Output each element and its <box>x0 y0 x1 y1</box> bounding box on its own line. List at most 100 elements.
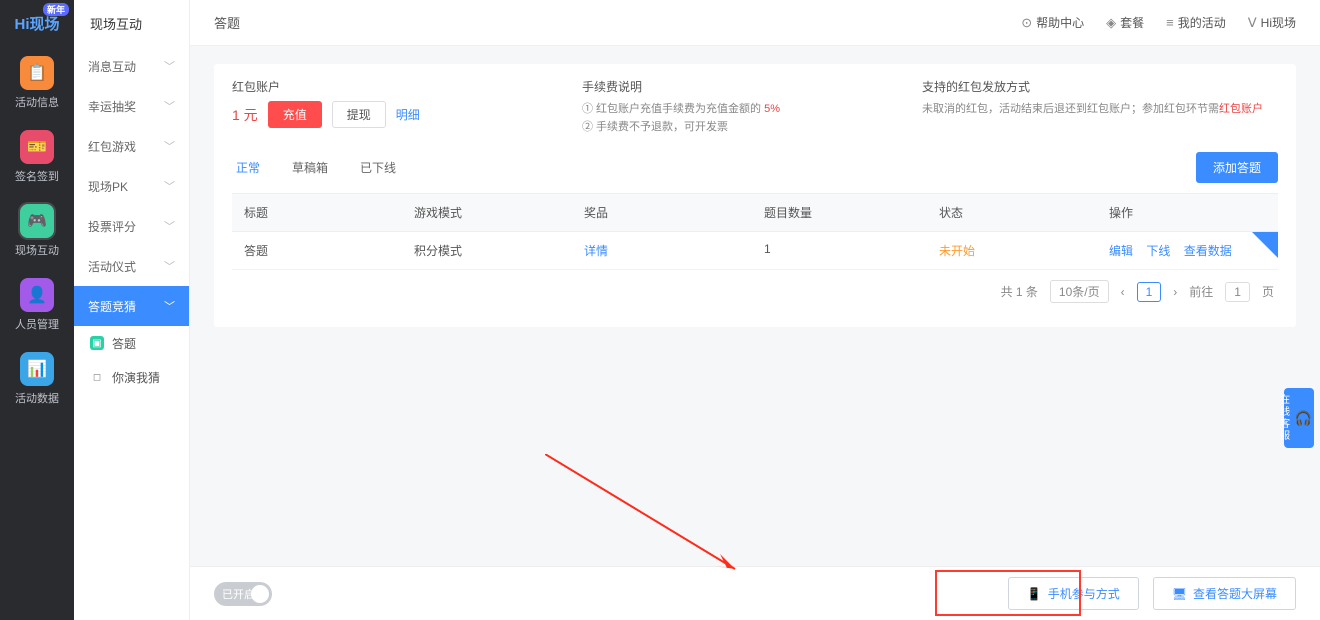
summary-support: 支持的红包发放方式 未取消的红包，活动结束后退还到红包账户；参加红包环节需红包账… <box>922 78 1278 136</box>
header-bar: 答题 ⊙帮助中心 ◈套餐 ≡我的活动 ᐯHi现场 <box>190 0 1320 46</box>
col-count: 题目数量 <box>764 204 939 221</box>
header-link-help[interactable]: ⊙帮助中心 <box>1021 14 1084 31</box>
detail-link[interactable]: 明细 <box>396 106 420 123</box>
recharge-button[interactable]: 充值 <box>268 101 322 128</box>
cell-ops: 编辑 下线 查看数据 <box>1109 242 1266 259</box>
account-amount: 1 元 <box>232 105 258 125</box>
cell-title: 答题 <box>244 242 414 259</box>
sidebar: 现场互动 消息互动﹀ 幸运抽奖﹀ 红包游戏﹀ 现场PK﹀ 投票评分﹀ 活动仪式﹀… <box>74 0 190 620</box>
cell-count: 1 <box>764 242 939 259</box>
main-content: 红包账户 1 元 充值 提现 明细 手续费说明 ① 红包账户充值手续费为充值金额… <box>190 46 1320 620</box>
chevron-down-icon: ﹀ <box>164 258 175 274</box>
sidebar-group-lottery[interactable]: 幸运抽奖﹀ <box>74 86 189 126</box>
col-prize: 奖品 <box>584 204 764 221</box>
rail-item-signin[interactable]: 🎫 签名签到 <box>0 120 74 194</box>
square-icon: ▣ <box>90 336 104 350</box>
floating-help[interactable]: 🎧 在线客服 <box>1284 388 1314 448</box>
add-quiz-button[interactable]: 添加答题 <box>1196 152 1278 183</box>
pager-next[interactable]: › <box>1173 285 1177 299</box>
pager-goto-input[interactable]: 1 <box>1225 282 1250 302</box>
user-icon: 👤 <box>20 278 54 312</box>
pager-goto-label: 前往 <box>1189 283 1213 300</box>
sidebar-sub-quiz[interactable]: ▣答题 <box>74 326 189 360</box>
chart-icon: 📊 <box>20 352 54 386</box>
summary-row: 红包账户 1 元 充值 提现 明细 手续费说明 ① 红包账户充值手续费为充值金额… <box>232 78 1278 136</box>
breadcrumb: 答题 <box>214 13 240 32</box>
chevron-down-icon: ﹀ <box>164 138 175 154</box>
enable-switch-wrap: 已开启 <box>214 582 272 606</box>
brand-logo: Hi现场 新年 <box>0 0 74 46</box>
left-rail: Hi现场 新年 📋 活动信息 🎫 签名签到 🎮 现场互动 👤 人员管理 📊 活动… <box>0 0 74 620</box>
headset-icon: 🎧 <box>1295 410 1314 427</box>
phone-icon: 📱 <box>1027 587 1042 601</box>
op-offline[interactable]: 下线 <box>1146 244 1170 258</box>
tabs: 正常 草稿箱 已下线 <box>232 153 400 182</box>
rail-label: 现场互动 <box>15 242 59 258</box>
fee-desc: ① 红包账户充值手续费为充值金额的 5% ② 手续费不予退款，可开发票 <box>582 101 882 136</box>
rail-label: 活动信息 <box>15 94 59 110</box>
header-link-activities[interactable]: ≡我的活动 <box>1166 14 1226 31</box>
sidebar-sub-charades[interactable]: ◻你演我猜 <box>74 360 189 394</box>
user-icon: ᐯ <box>1248 15 1257 31</box>
cell-prize-link[interactable]: 详情 <box>584 244 608 258</box>
sidebar-group-ceremony[interactable]: 活动仪式﹀ <box>74 246 189 286</box>
pager-per-select[interactable]: 10条/页 <box>1050 280 1109 303</box>
sidebar-group-message[interactable]: 消息互动﹀ <box>74 46 189 86</box>
tabs-row: 正常 草稿箱 已下线 添加答题 <box>232 152 1278 183</box>
cell-mode: 积分模式 <box>414 242 584 259</box>
sidebar-group-pk[interactable]: 现场PK﹀ <box>74 166 189 206</box>
tab-normal[interactable]: 正常 <box>232 153 264 182</box>
pager-total: 共 1 条 <box>1001 283 1038 300</box>
bottom-bar: 已开启 📱手机参与方式 🖥查看答题大屏幕 <box>190 566 1320 620</box>
rail-item-interaction[interactable]: 🎮 现场互动 <box>0 194 74 268</box>
tab-offline[interactable]: 已下线 <box>356 153 400 182</box>
op-view-data[interactable]: 查看数据 <box>1184 244 1232 258</box>
rail-item-people[interactable]: 👤 人员管理 <box>0 268 74 342</box>
rail-label: 签名签到 <box>15 168 59 184</box>
withdraw-button[interactable]: 提现 <box>332 101 386 128</box>
question-icon: ⊙ <box>1021 15 1032 31</box>
pager-page[interactable]: 1 <box>1137 282 1162 302</box>
list-icon: ≡ <box>1166 15 1174 30</box>
enable-switch[interactable]: 已开启 <box>214 582 272 606</box>
sidebar-group-redpacket[interactable]: 红包游戏﹀ <box>74 126 189 166</box>
support-title: 支持的红包发放方式 <box>922 78 1278 95</box>
rail-item-data[interactable]: 📊 活动数据 <box>0 342 74 416</box>
col-status: 状态 <box>939 204 1109 221</box>
cell-status: 未开始 <box>939 244 975 258</box>
table-row: 答题 积分模式 详情 1 未开始 编辑 下线 查看数据 <box>232 232 1278 270</box>
chevron-down-icon: ﹀ <box>164 218 175 234</box>
chevron-down-icon: ﹀ <box>164 98 175 114</box>
chevron-down-icon: ﹀ <box>164 178 175 194</box>
rail-label: 人员管理 <box>15 316 59 332</box>
account-title: 红包账户 <box>232 78 542 95</box>
summary-account: 红包账户 1 元 充值 提现 明细 <box>232 78 542 136</box>
quiz-table: 标题 游戏模式 奖品 题目数量 状态 操作 答题 积分模式 详情 1 未开始 编… <box>232 193 1278 313</box>
sidebar-group-vote[interactable]: 投票评分﹀ <box>74 206 189 246</box>
view-screen-button[interactable]: 🖥查看答题大屏幕 <box>1153 577 1296 610</box>
table-head: 标题 游戏模式 奖品 题目数量 状态 操作 <box>232 193 1278 232</box>
col-ops: 操作 <box>1109 204 1266 221</box>
float-help-label: 在线客服 <box>1276 394 1291 442</box>
tab-draft[interactable]: 草稿箱 <box>288 153 332 182</box>
sidebar-group-quiz[interactable]: 答题竞猜﹀ <box>74 286 189 326</box>
op-edit[interactable]: 编辑 <box>1109 244 1133 258</box>
brand-badge: 新年 <box>43 3 69 16</box>
header-link-user[interactable]: ᐯHi现场 <box>1248 14 1296 31</box>
summary-fee: 手续费说明 ① 红包账户充值手续费为充值金额的 5% ② 手续费不予退款，可开发… <box>582 78 882 136</box>
monitor-icon: 🖥 <box>1172 587 1187 601</box>
pager-prev[interactable]: ‹ <box>1121 285 1125 299</box>
col-title: 标题 <box>244 204 414 221</box>
pager-page-suffix: 页 <box>1262 283 1274 300</box>
rail-label: 活动数据 <box>15 390 59 406</box>
pagination: 共 1 条 10条/页 ‹ 1 › 前往 1 页 <box>232 270 1278 313</box>
diamond-icon: ◈ <box>1106 15 1116 31</box>
mobile-mode-button[interactable]: 📱手机参与方式 <box>1008 577 1139 610</box>
sidebar-title: 现场互动 <box>74 0 189 46</box>
corner-flag-icon <box>1252 232 1278 258</box>
header-link-package[interactable]: ◈套餐 <box>1106 14 1144 31</box>
rail-item-activity-info[interactable]: 📋 活动信息 <box>0 46 74 120</box>
square-icon: ◻ <box>90 370 104 384</box>
col-mode: 游戏模式 <box>414 204 584 221</box>
support-desc: 未取消的红包，活动结束后退还到红包账户；参加红包环节需红包账户 <box>922 101 1278 119</box>
